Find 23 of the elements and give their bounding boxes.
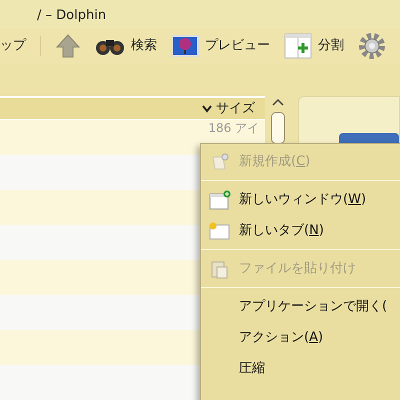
up-arrow-icon[interactable]: [55, 32, 81, 59]
menu-item[interactable]: アプリケーションで開く(: [201, 291, 400, 322]
menu-item[interactable]: 新しいウィンドウ(W): [201, 184, 400, 215]
toolbar-button[interactable]: 分割: [284, 32, 344, 59]
menu-item[interactable]: 圧縮: [201, 353, 400, 384]
menu-item[interactable]: 新しいタブ(N): [201, 215, 400, 246]
window-title: / – Dolphin: [37, 7, 106, 26]
column-header[interactable]: サイズ: [0, 96, 266, 120]
split-view-icon: [284, 32, 312, 59]
new-window-icon: [209, 190, 231, 210]
toolbar-button[interactable]: プレビュー: [171, 34, 270, 57]
table-cell: 186 アイ: [208, 122, 260, 134]
settings-icon[interactable]: [358, 32, 386, 60]
chevron-down-icon[interactable]: [202, 104, 212, 112]
clipboard-icon: [211, 258, 229, 278]
new-tab-icon: [209, 222, 231, 240]
balloon-picture-icon: [171, 34, 199, 57]
menu-item[interactable]: アクション(A): [201, 322, 400, 353]
toolbar-button[interactable]: 検索: [95, 36, 157, 56]
scrollbar-thumb[interactable]: [270, 112, 285, 144]
scroll-up-icon[interactable]: [272, 98, 284, 106]
toolbar-button[interactable]: ップ: [0, 36, 41, 56]
new-document-icon: [211, 152, 229, 170]
